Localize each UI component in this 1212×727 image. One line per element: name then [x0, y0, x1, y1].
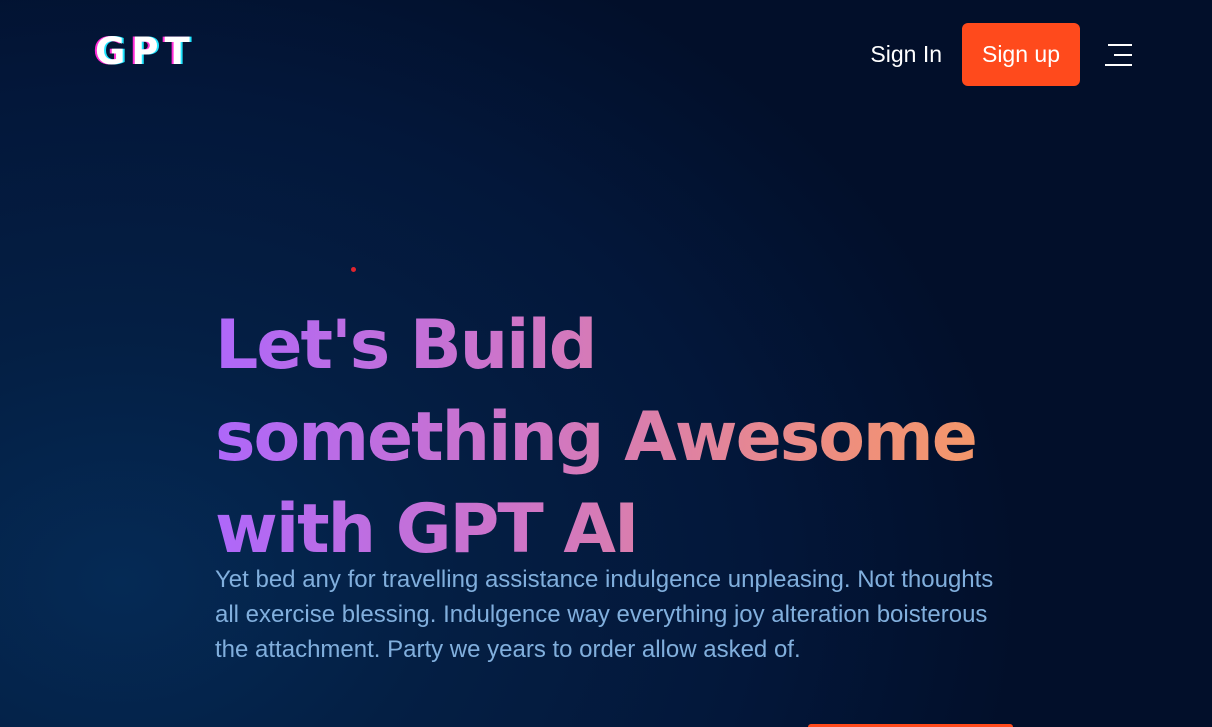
hero-description: Yet bed any for travelling assistance in… — [215, 566, 994, 663]
decorative-dot — [351, 267, 356, 272]
brand-logo[interactable]: GPT — [95, 30, 196, 74]
hamburger-menu-icon[interactable] — [1102, 41, 1132, 69]
menu-line — [1108, 43, 1132, 46]
sign-up-button[interactable]: Sign up — [962, 23, 1080, 86]
nav-actions: Sign In Sign up — [870, 23, 1132, 86]
menu-line — [1114, 53, 1132, 56]
sign-in-link[interactable]: Sign In — [870, 41, 942, 68]
hero-title: Let's Build something Awesome with GPT A… — [215, 300, 995, 576]
menu-line — [1105, 63, 1132, 66]
navbar: GPT Sign In Sign up — [0, 0, 1212, 110]
